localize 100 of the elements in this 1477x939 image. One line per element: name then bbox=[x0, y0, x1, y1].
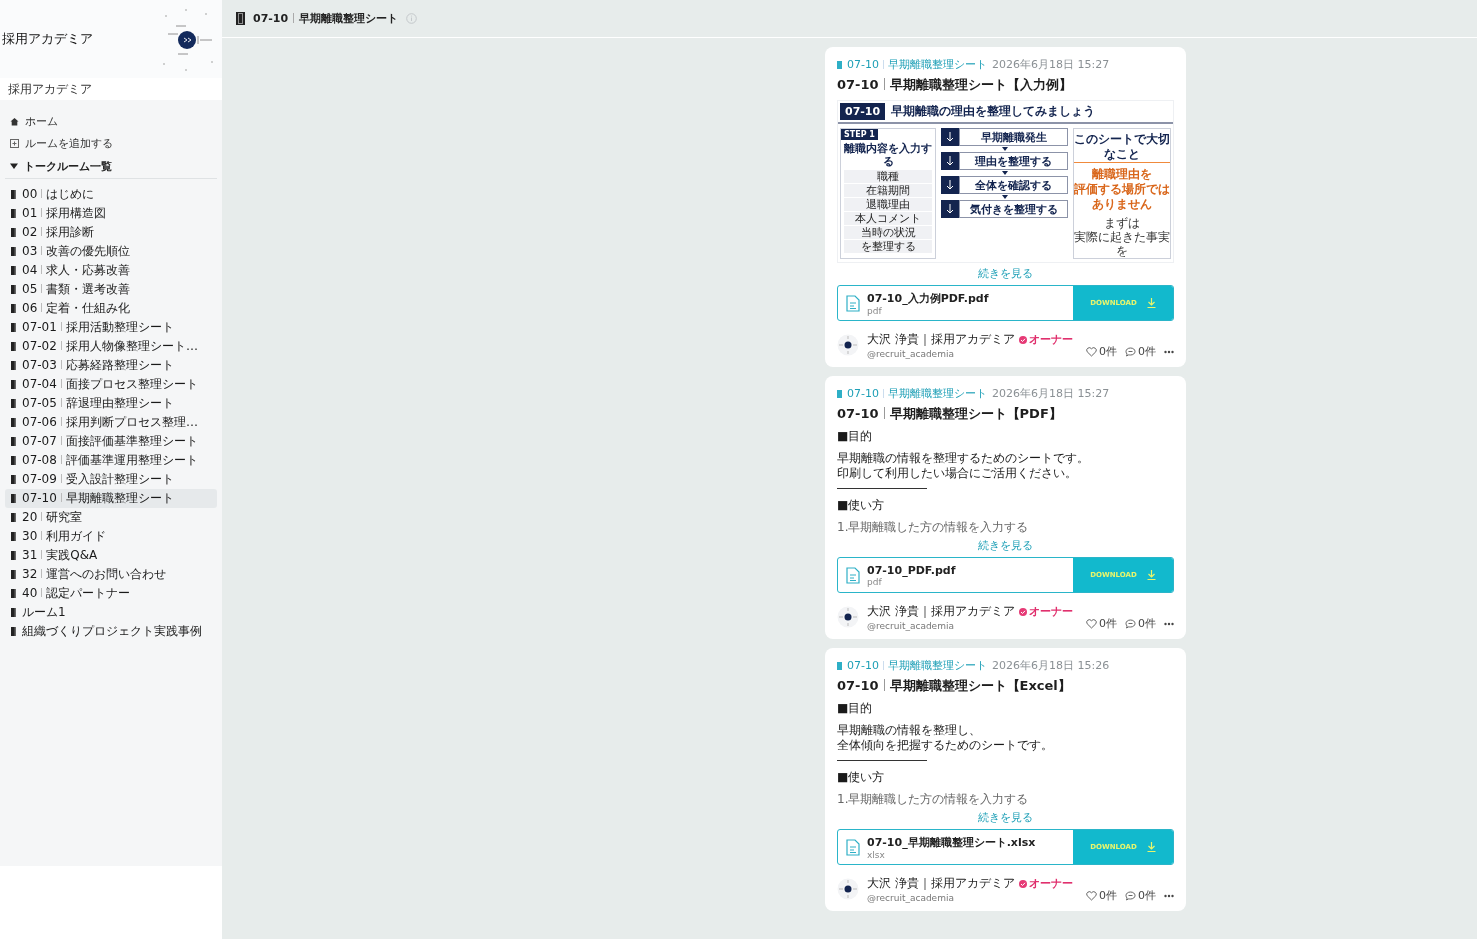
file-icon bbox=[846, 566, 860, 584]
post-title: 07-10 早期離職整理シート【入力例】 bbox=[837, 76, 1073, 94]
owner-label: オーナー bbox=[1028, 604, 1073, 619]
bookmark-icon bbox=[11, 589, 16, 598]
step-field: 在籍期間 bbox=[844, 184, 932, 197]
bookmark-icon bbox=[11, 228, 16, 237]
post-paragraph: 1.早期離職した方の情報を入力する bbox=[837, 792, 1030, 807]
room-item[interactable]: 07-06 採用判断プロセス整理… bbox=[5, 413, 217, 432]
more-button[interactable] bbox=[1164, 893, 1174, 898]
add-icon bbox=[10, 138, 19, 148]
post-date: 2026年6月18日 15:26 bbox=[991, 658, 1110, 673]
owner-label: オーナー bbox=[1028, 876, 1073, 891]
room-item[interactable]: 00 はじめに bbox=[5, 185, 217, 204]
heart-icon bbox=[1086, 890, 1097, 901]
room-item[interactable]: 32 運営へのお問い合わせ bbox=[5, 565, 217, 584]
step-field: 当時の状況 bbox=[844, 226, 932, 239]
owner-label: オーナー bbox=[1028, 332, 1073, 347]
tag-icon bbox=[837, 60, 842, 69]
post-date: 2026年6月18日 15:27 bbox=[991, 386, 1110, 401]
file-type: pdf bbox=[867, 305, 883, 316]
like-button[interactable]: 0件 bbox=[1086, 616, 1117, 631]
step-field: 退職理由 bbox=[844, 198, 932, 211]
file-icon bbox=[846, 838, 860, 856]
avatar-icon bbox=[837, 878, 859, 900]
comment-button[interactable]: 0件 bbox=[1125, 888, 1156, 903]
heart-icon bbox=[1086, 346, 1097, 357]
like-button[interactable]: 0件 bbox=[1086, 888, 1117, 903]
room-item[interactable]: 31 実践Q&A bbox=[5, 546, 217, 565]
room-item[interactable]: 20 研究室 bbox=[5, 508, 217, 527]
note-emphasis: 離職理由を 評価する場所では ありません bbox=[1074, 167, 1170, 212]
bookmark-icon bbox=[11, 323, 16, 332]
post-paragraph: 早期離職の情報を整理し、 全体傾向を把握するためのシートです。 bbox=[837, 723, 1054, 753]
room-item[interactable]: 組織づくりプロジェクト実践事例 bbox=[5, 622, 217, 641]
bookmark-icon bbox=[11, 247, 16, 256]
rooms-section-toggle[interactable]: トークルーム一覧 bbox=[5, 154, 217, 179]
bookmark-icon bbox=[11, 570, 16, 579]
room-item[interactable]: 01 採用構造図 bbox=[5, 204, 217, 223]
author-handle: @recruit_academia bbox=[867, 349, 955, 359]
post-date: 2026年6月18日 15:27 bbox=[991, 57, 1110, 72]
comment-button[interactable]: 0件 bbox=[1125, 616, 1156, 631]
check-badge-icon bbox=[1018, 879, 1027, 888]
bookmark-icon bbox=[11, 551, 16, 560]
room-item[interactable]: 04 求人・応募改善 bbox=[5, 261, 217, 280]
comment-icon bbox=[1125, 346, 1136, 357]
room-title: 07-10 早期離職整理シート bbox=[253, 11, 399, 26]
door-icon bbox=[236, 12, 245, 25]
room-item[interactable]: 03 改善の優先順位 bbox=[5, 242, 217, 261]
room-item[interactable]: 05 書類・選考改善 bbox=[5, 280, 217, 299]
more-button[interactable] bbox=[1164, 621, 1174, 626]
bookmark-icon bbox=[11, 532, 16, 541]
bookmark-icon bbox=[11, 380, 16, 389]
step-field: 本人コメント bbox=[844, 212, 932, 225]
room-item[interactable]: 07-09 受入設計整理シート bbox=[5, 470, 217, 489]
note-title: このシートで大切なこと bbox=[1074, 132, 1170, 163]
community-name: 採用アカデミア bbox=[0, 78, 222, 100]
avatar-icon bbox=[837, 334, 859, 356]
room-item[interactable]: 07-05 辞退理由整理シート bbox=[5, 394, 217, 413]
room-item[interactable]: 02 採用診断 bbox=[5, 223, 217, 242]
room-item[interactable]: 07-03 応募経路整理シート bbox=[5, 356, 217, 375]
tag-icon bbox=[837, 661, 842, 670]
step-field: 職種 bbox=[844, 170, 932, 183]
room-item[interactable]: ルーム1 bbox=[5, 603, 217, 622]
bookmark-icon bbox=[11, 418, 16, 427]
room-item[interactable]: 40 認定パートナー bbox=[5, 584, 217, 603]
bookmark-icon bbox=[11, 266, 16, 275]
room-item[interactable]: 06 定着・仕組み化 bbox=[5, 299, 217, 318]
section-number: 07-10 bbox=[840, 103, 886, 120]
heart-icon bbox=[1086, 618, 1097, 629]
download-icon bbox=[1146, 842, 1156, 852]
comment-button[interactable]: 0件 bbox=[1125, 344, 1156, 359]
download-icon bbox=[1146, 298, 1156, 308]
file-type: pdf bbox=[867, 576, 882, 587]
room-item[interactable]: 07-10 早期離職整理シート bbox=[5, 489, 217, 508]
comment-icon bbox=[1125, 618, 1136, 629]
down-triangle-icon bbox=[1000, 194, 1009, 200]
nav-item[interactable]: ルームを追加する bbox=[5, 132, 217, 154]
more-button[interactable] bbox=[1164, 349, 1174, 354]
room-item[interactable]: 07-01 採用活動整理シート bbox=[5, 318, 217, 337]
like-button[interactable]: 0件 bbox=[1086, 344, 1117, 359]
preview-heading: 早期離職の理由を整理してみましょう bbox=[891, 105, 1096, 118]
room-item[interactable]: 07-04 面接プロセス整理シート bbox=[5, 375, 217, 394]
home-icon bbox=[10, 116, 19, 126]
bookmark-icon bbox=[11, 627, 16, 636]
file-type: xlsx bbox=[867, 849, 886, 860]
post-title: 07-10 早期離職整理シート【PDF】 bbox=[837, 405, 1063, 423]
room-item[interactable]: 07-07 面接評価基準整理シート bbox=[5, 432, 217, 451]
post-paragraph: ■目的 bbox=[837, 429, 874, 444]
nav-item[interactable]: ホーム bbox=[5, 110, 217, 132]
room-item[interactable]: 07-08 評価基準運用整理シート bbox=[5, 451, 217, 470]
room-item[interactable]: 07-02 採用人物像整理シート… bbox=[5, 337, 217, 356]
flow-step-label: 全体を確認する bbox=[959, 176, 1068, 194]
step-field: を整理する bbox=[844, 240, 932, 253]
download-icon bbox=[1146, 570, 1156, 580]
bookmark-icon bbox=[11, 513, 16, 522]
avatar-icon bbox=[837, 606, 859, 628]
comment-icon bbox=[1125, 890, 1136, 901]
bookmark-icon bbox=[11, 456, 16, 465]
bookmark-icon bbox=[11, 190, 16, 199]
bookmark-icon bbox=[11, 209, 16, 218]
room-item[interactable]: 30 利用ガイド bbox=[5, 527, 217, 546]
